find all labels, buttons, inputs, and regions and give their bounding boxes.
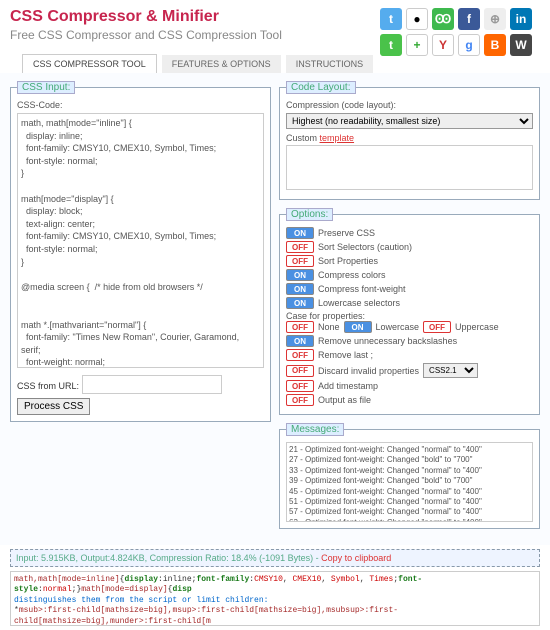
technorati-icon[interactable]: t [380,34,402,56]
tab-tool[interactable]: CSS COMPRESSOR TOOL [22,54,157,73]
toggle-case-none[interactable]: OFF [286,321,314,333]
toggle-case-lowercase[interactable]: ON [344,321,372,333]
facebook-icon[interactable]: f [458,8,480,30]
main-panel: CSS Input: CSS-Code: CSS from URL: Proce… [0,73,550,545]
toggle-remove-backslashes[interactable]: ON [286,335,314,347]
tab-bar: CSS COMPRESSOR TOOL FEATURES & OPTIONS I… [0,54,550,73]
template-textarea[interactable] [286,145,533,190]
messages-fieldset: Messages: 21 - Optimized font-weight: Ch… [279,423,540,529]
case-label: Case for properties: [286,311,533,321]
css-url-label: CSS from URL: [17,381,79,391]
reddit-icon[interactable]: ⊕ [484,8,506,30]
message-line: 33 - Optimized font-weight: Changed "nor… [289,466,530,476]
stats-bar: Input: 5.915KB, Output:4.824KB, Compress… [10,549,540,567]
compression-select[interactable]: Highest (no readability, smallest size) [286,113,533,129]
delicious-icon[interactable]: ● [406,8,428,30]
toggle-case-uppercase[interactable]: OFF [423,321,451,333]
share-icon[interactable]: + [406,34,428,56]
toggle-output-file[interactable]: OFF [286,394,314,406]
message-line: 57 - Optimized font-weight: Changed "nor… [289,507,530,517]
messages-legend: Messages: [286,423,344,436]
message-line: 27 - Optimized font-weight: Changed "bol… [289,455,530,465]
message-line: 51 - Optimized font-weight: Changed "nor… [289,497,530,507]
code-layout-legend: Code Layout: [286,81,356,94]
yahoo-icon[interactable]: Y [432,34,454,56]
toggle-sort-selectors[interactable]: OFF [286,241,314,253]
messages-output[interactable]: 21 - Optimized font-weight: Changed "nor… [286,442,533,522]
custom-label: Custom [286,133,320,143]
options-fieldset: Options: ONPreserve CSS OFFSort Selector… [279,208,540,415]
message-line: 39 - Optimized font-weight: Changed "bol… [289,476,530,486]
css-code-label: CSS-Code: [17,100,264,110]
toggle-discard-invalid[interactable]: OFF [286,365,314,377]
code-layout-fieldset: Code Layout: Compression (code layout): … [279,81,540,200]
google-icon[interactable]: g [458,34,480,56]
output-code[interactable]: math,math[mode=inline]{display:inline;fo… [10,571,540,626]
header: CSS Compressor & Minifier Free CSS Compr… [0,0,550,46]
toggle-remove-last[interactable]: OFF [286,349,314,361]
tab-features[interactable]: FEATURES & OPTIONS [162,55,281,73]
wordpress-icon[interactable]: W [510,34,532,56]
copy-clipboard-link[interactable]: Copy to clipboard [321,553,391,563]
toggle-sort-properties[interactable]: OFF [286,255,314,267]
linkedin-icon[interactable]: in [510,8,532,30]
message-line: 45 - Optimized font-weight: Changed "nor… [289,487,530,497]
options-legend: Options: [286,208,333,221]
template-link[interactable]: template [320,133,355,143]
toggle-preserve[interactable]: ON [286,227,314,239]
compression-label: Compression (code layout): [286,100,533,110]
stats-text: Input: 5.915KB, Output:4.824KB, Compress… [16,553,321,563]
toggle-lowercase-selectors[interactable]: ON [286,297,314,309]
message-line: 63 - Optimized font-weight: Changed "nor… [289,518,530,522]
stumbleupon-icon[interactable]: Ꙭ [432,8,454,30]
message-line: 21 - Optimized font-weight: Changed "nor… [289,445,530,455]
css-url-input[interactable] [82,375,222,394]
toggle-compress-font-weight[interactable]: ON [286,283,314,295]
twitter-icon[interactable]: t [380,8,402,30]
process-css-button[interactable]: Process CSS [17,398,90,415]
bottom-section: Input: 5.915KB, Output:4.824KB, Compress… [10,549,540,626]
css-code-input[interactable] [17,113,264,368]
tab-instructions[interactable]: INSTRUCTIONS [286,55,374,73]
toggle-compress-colors[interactable]: ON [286,269,314,281]
social-icons: t ● Ꙭ f ⊕ in t + Y g B W [380,8,540,56]
discard-select[interactable]: CSS2.1 [423,363,478,378]
blogger-icon[interactable]: B [484,34,506,56]
css-input-fieldset: CSS Input: CSS-Code: CSS from URL: Proce… [10,81,271,422]
toggle-add-timestamp[interactable]: OFF [286,380,314,392]
css-input-legend: CSS Input: [17,81,75,94]
